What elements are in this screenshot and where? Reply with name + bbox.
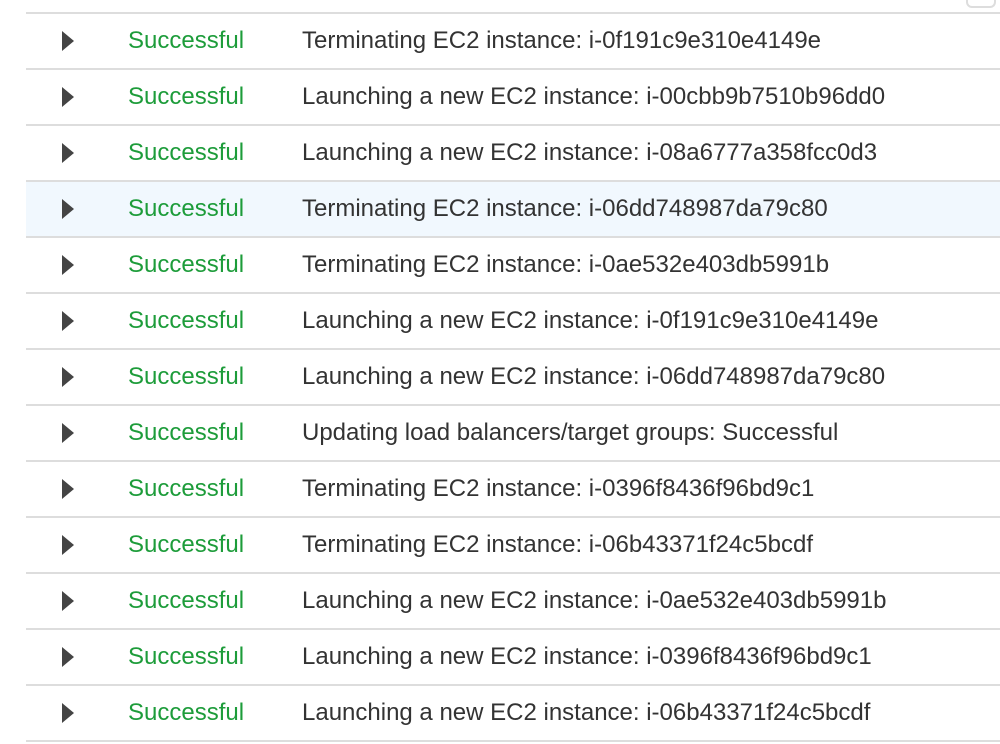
table-row[interactable]: Successful Launching a new EC2 instance:…: [26, 294, 1000, 350]
expand-caret-icon[interactable]: [62, 311, 74, 331]
description-text: Launching a new EC2 instance: i-06b43371…: [302, 699, 871, 726]
expand-caret-icon[interactable]: [62, 535, 74, 555]
status-text: Successful: [128, 363, 245, 390]
table-row[interactable]: Successful Terminating EC2 instance: i-0…: [26, 14, 1000, 70]
expand-caret-icon[interactable]: [62, 479, 74, 499]
expand-caret-icon[interactable]: [62, 367, 74, 387]
status-text: Successful: [128, 587, 245, 614]
description-text: Launching a new EC2 instance: i-06dd7489…: [302, 363, 886, 390]
table-row[interactable]: Successful Terminating EC2 instance: i-0…: [26, 462, 1000, 518]
table-row[interactable]: Successful Terminating EC2 instance: i-0…: [26, 182, 1000, 238]
expand-caret-icon[interactable]: [62, 143, 74, 163]
description-text: Terminating EC2 instance: i-0396f8436f96…: [302, 475, 815, 502]
table-row[interactable]: Successful Launching a new EC2 instance:…: [26, 686, 1000, 742]
status-text: Successful: [128, 27, 245, 54]
description-text: Launching a new EC2 instance: i-0f191c9e…: [302, 307, 879, 334]
expand-caret-icon[interactable]: [62, 647, 74, 667]
description-text: Updating load balancers/target groups: S…: [302, 419, 839, 446]
table-row[interactable]: Successful Launching a new EC2 instance:…: [26, 574, 1000, 630]
table-row[interactable]: Successful Launching a new EC2 instance:…: [26, 350, 1000, 406]
description-text: Launching a new EC2 instance: i-08a6777a…: [302, 139, 878, 166]
description-text: Terminating EC2 instance: i-0ae532e403db…: [302, 251, 830, 278]
table-row[interactable]: Successful Launching a new EC2 instance:…: [26, 70, 1000, 126]
expand-caret-icon[interactable]: [62, 87, 74, 107]
description-text: Launching a new EC2 instance: i-00cbb9b7…: [302, 83, 886, 110]
status-text: Successful: [128, 195, 245, 222]
table-row[interactable]: Successful Launching a new EC2 instance:…: [26, 126, 1000, 182]
expand-caret-icon[interactable]: [62, 199, 74, 219]
description-text: Terminating EC2 instance: i-06b43371f24c…: [302, 531, 813, 558]
description-text: Launching a new EC2 instance: i-0396f843…: [302, 643, 872, 670]
status-text: Successful: [128, 251, 245, 278]
status-text: Successful: [128, 475, 245, 502]
expand-caret-icon[interactable]: [62, 703, 74, 723]
status-text: Successful: [128, 139, 245, 166]
expand-caret-icon[interactable]: [62, 423, 74, 443]
status-text: Successful: [128, 419, 245, 446]
status-text: Successful: [128, 699, 245, 726]
expand-caret-icon[interactable]: [62, 31, 74, 51]
table-row[interactable]: Successful Updating load balancers/targe…: [26, 406, 1000, 462]
table-row[interactable]: Successful Terminating EC2 instance: i-0…: [26, 518, 1000, 574]
description-text: Launching a new EC2 instance: i-0ae532e4…: [302, 587, 887, 614]
description-text: Terminating EC2 instance: i-0f191c9e310e…: [302, 27, 822, 54]
table-row[interactable]: Successful Launching a new EC2 instance:…: [26, 630, 1000, 686]
table-row[interactable]: Successful Terminating EC2 instance: i-0…: [26, 238, 1000, 294]
status-text: Successful: [128, 83, 245, 110]
description-text: Terminating EC2 instance: i-06dd748987da…: [302, 195, 828, 222]
activity-history-table: Successful Terminating EC2 instance: i-0…: [26, 12, 1000, 742]
expand-caret-icon[interactable]: [62, 255, 74, 275]
status-text: Successful: [128, 531, 245, 558]
status-text: Successful: [128, 307, 245, 334]
resize-handle: [966, 0, 996, 8]
expand-caret-icon[interactable]: [62, 591, 74, 611]
status-text: Successful: [128, 643, 245, 670]
